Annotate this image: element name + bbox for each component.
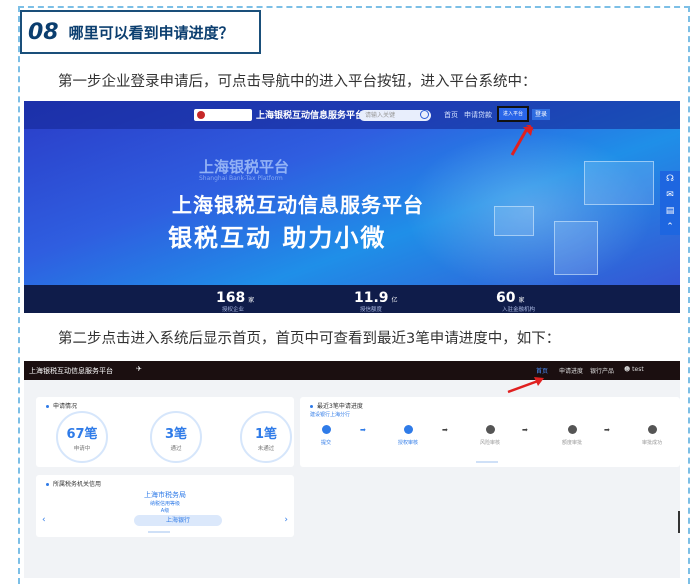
carousel-pager[interactable]	[476, 461, 498, 463]
stats-bar: 168 家 授权企业 11.9 亿 授信额度 60 家 入驻金融机构	[24, 285, 680, 313]
step-item: 风险审核	[470, 425, 510, 446]
hud-panel	[554, 221, 598, 275]
arrow-right-icon: ➡	[360, 426, 366, 434]
bank-select-button[interactable]: 上海银行	[134, 515, 222, 526]
progress-card: 最近3笔申请进度 建设银行上海分行 提交 ➡ 授权审核 ➡ 风险审核 ➡ 额度审…	[300, 397, 680, 467]
section-title: 哪里可以看到申请进度？	[68, 23, 234, 42]
red-arrow-icon	[510, 125, 534, 156]
hero-subtitle: 上海银税平台	[199, 158, 290, 176]
status-pending[interactable]: 67笔 申请中	[56, 411, 108, 463]
application-card-title: 申请情况	[46, 401, 77, 410]
dashboard-nav-user[interactable]: ☻ test	[624, 366, 644, 373]
paragraph-step1: 第一步企业登录申请后，可点击导航中的进入平台按钮，进入平台系统中：	[58, 74, 537, 90]
step-item: 额度审批	[552, 425, 592, 446]
dashboard-nav-progress[interactable]: 申请进度	[559, 366, 583, 375]
search-icon[interactable]	[420, 110, 429, 119]
step-item: 审批成功	[632, 425, 672, 446]
arrow-right-icon: ➡	[442, 426, 448, 434]
hud-panel	[494, 206, 534, 236]
rating-label: 纳税信用等级	[149, 501, 180, 507]
chevron-left-icon[interactable]: ‹	[42, 515, 46, 525]
carousel-pager[interactable]	[148, 531, 170, 533]
hero-title: 上海银税互动信息服务平台	[172, 193, 424, 217]
application-card: 申请情况 67笔 申请中 3笔 通过 1笔 未通过	[36, 397, 294, 467]
section-heading: 08 哪里可以看到申请进度？	[20, 10, 261, 54]
scrollbar[interactable]	[678, 511, 680, 533]
pin-icon[interactable]: ✈	[136, 365, 142, 373]
paragraph-step2: 第二步点击进入系统后显示首页，首页中可查看到最近3笔申请进度中，如下：	[58, 331, 561, 347]
side-toolbar: ☊ ✉ ▤ ⌃	[660, 171, 680, 235]
dashboard-screenshot: 上海银税互动信息服务平台 ✈ 首页 申请进度 银行产品 ☻ test 申请情况 …	[24, 361, 680, 578]
login-button[interactable]: 登录	[532, 109, 550, 120]
enter-platform-button[interactable]: 进入平台	[497, 106, 529, 122]
portal-nav-home[interactable]: 首页	[444, 110, 458, 120]
dashboard-brand: 上海银税互动信息服务平台	[29, 367, 113, 375]
bank-link[interactable]: 建设银行上海分行	[310, 411, 350, 418]
stat-authorized: 168 家 授权企业	[216, 290, 255, 313]
arrow-right-icon: ➡	[604, 426, 610, 434]
hud-panel	[584, 161, 654, 205]
headset-icon[interactable]: ☊	[660, 171, 680, 187]
bank-logo	[194, 109, 252, 121]
stat-institutions: 60 家 入驻金融机构	[496, 290, 536, 313]
red-arrow-icon	[507, 377, 544, 394]
hero-subtitle-en: Shanghai Bank-Tax Platform	[199, 175, 283, 182]
stat-credit: 11.9 亿 授信额度	[354, 290, 398, 313]
rating-value: A级	[160, 508, 170, 514]
portal-screenshot: 上海银税互动信息服务平台 请输入关键 首页 申请贷款 进入平台 登录 上海银税平…	[24, 101, 680, 313]
status-approved[interactable]: 3笔 通过	[150, 411, 202, 463]
step-item: 授权审核	[388, 425, 428, 446]
progress-card-title: 最近3笔申请进度	[310, 401, 363, 410]
step-item: 提交	[306, 425, 346, 446]
dashboard-nav-home[interactable]: 首页	[536, 366, 548, 375]
tax-rating-card: 所属税务机关信用 上海市税务局 纳税信用等级 A级 ‹ 上海银行 ›	[36, 475, 294, 537]
tax-office-name: 上海市税务局	[144, 491, 186, 499]
portal-nav-loan[interactable]: 申请贷款	[464, 110, 492, 120]
portal-brand: 上海银税互动信息服务平台	[256, 111, 365, 121]
chat-icon[interactable]: ✉	[660, 187, 680, 203]
hero-slogan: 银税互动 助力小微	[168, 224, 387, 252]
section-number: 08	[28, 19, 59, 45]
top-icon[interactable]: ⌃	[660, 219, 680, 235]
arrow-right-icon: ➡	[522, 426, 528, 434]
chevron-right-icon[interactable]: ›	[284, 515, 288, 525]
dashboard-nav-products[interactable]: 银行产品	[590, 366, 614, 375]
status-rejected[interactable]: 1笔 未通过	[240, 411, 292, 463]
tax-rating-card-title: 所属税务机关信用	[46, 479, 101, 488]
document-icon[interactable]: ▤	[660, 203, 680, 219]
